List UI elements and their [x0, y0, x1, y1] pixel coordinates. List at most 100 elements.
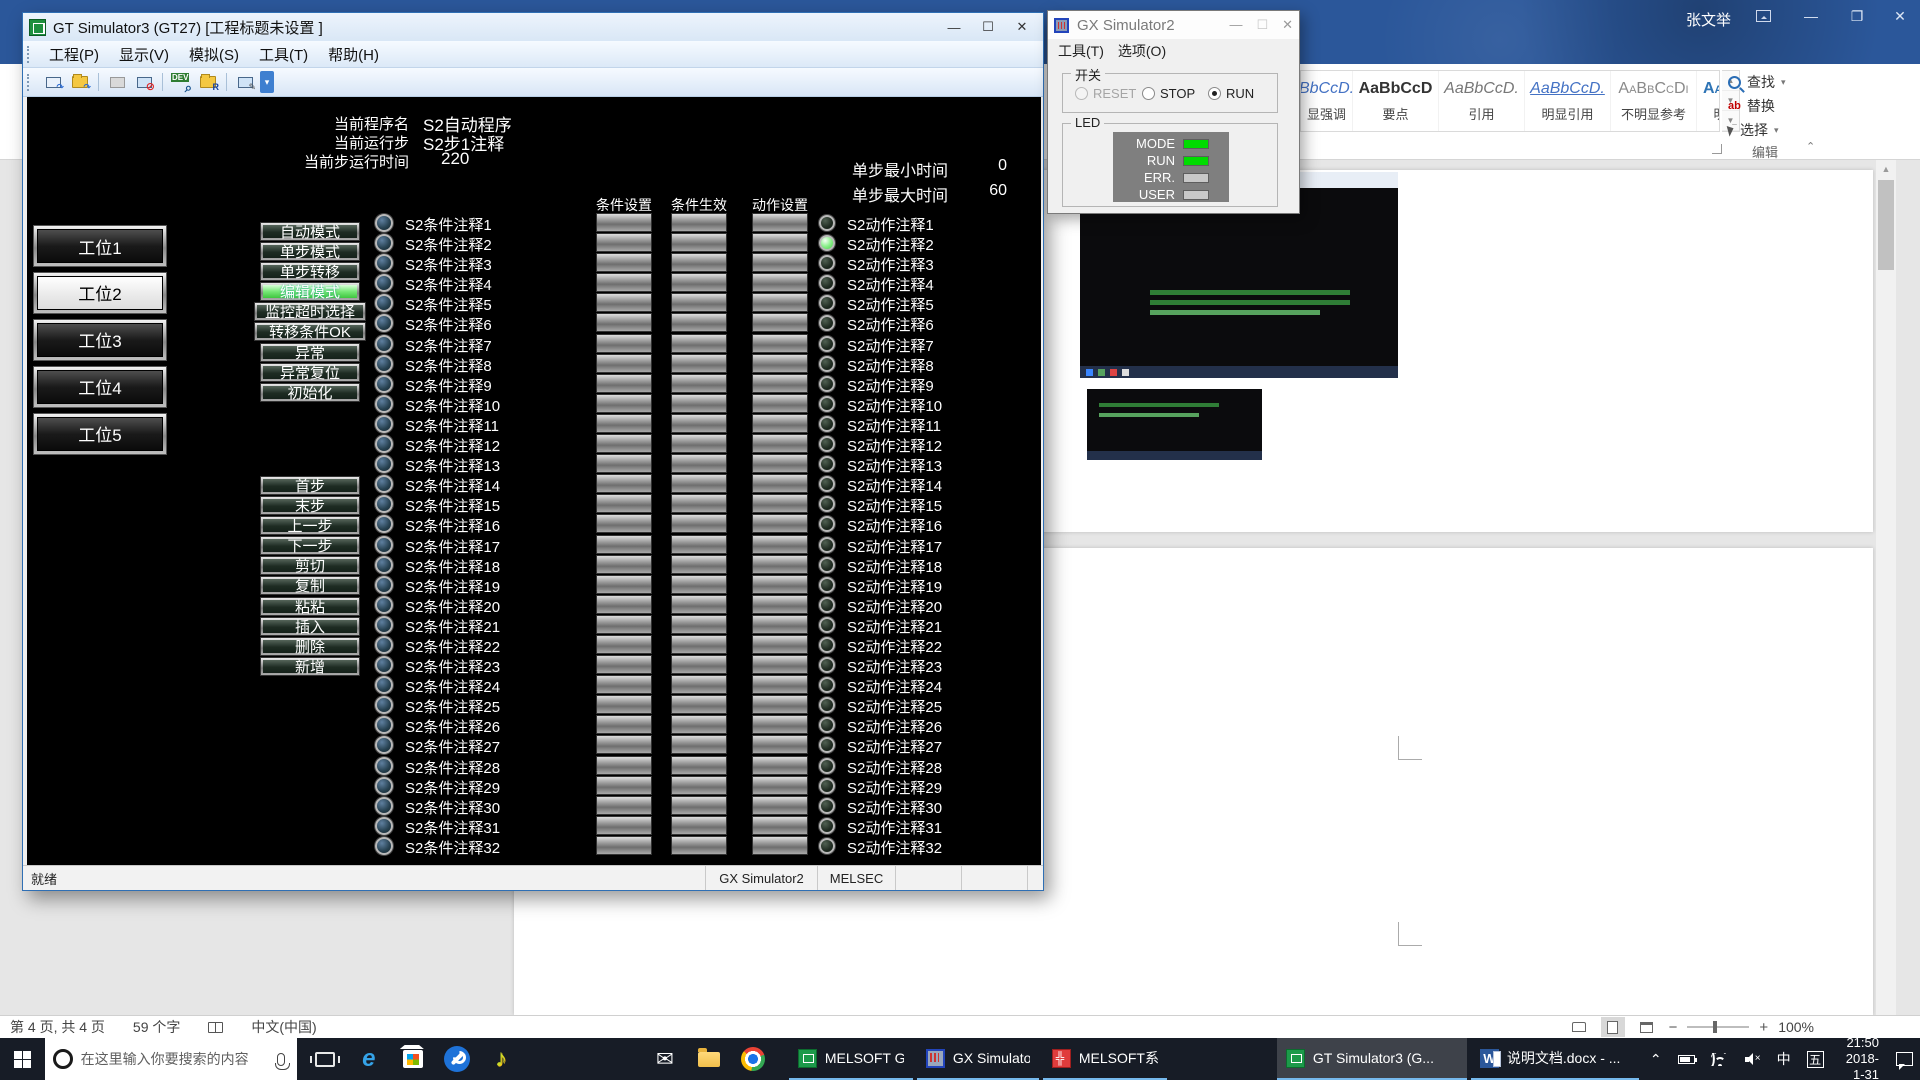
- device-search-icon[interactable]: DEV⌕: [169, 71, 193, 93]
- gt-minimize-button[interactable]: —: [939, 17, 969, 37]
- action-set-bar[interactable]: [753, 596, 807, 613]
- action-set-bar[interactable]: [753, 395, 807, 412]
- action-set-bar[interactable]: [753, 636, 807, 653]
- action-set-bar[interactable]: [753, 314, 807, 331]
- web-layout-button[interactable]: [1635, 1017, 1659, 1037]
- ribbon-display-options-button[interactable]: [1740, 0, 1786, 32]
- battery-icon[interactable]: [1671, 1038, 1702, 1080]
- zoom-level[interactable]: 100%: [1778, 1019, 1814, 1035]
- resize-grip[interactable]: [1027, 866, 1043, 890]
- read-mode-button[interactable]: [1567, 1017, 1591, 1037]
- action-set-bar[interactable]: [753, 576, 807, 593]
- microphone-icon[interactable]: [277, 1053, 285, 1066]
- action-set-bar[interactable]: [753, 475, 807, 492]
- condition-active-bar[interactable]: [672, 415, 726, 432]
- open-project-icon[interactable]: ↷: [41, 71, 65, 93]
- condition-active-bar[interactable]: [672, 294, 726, 311]
- gt-menu-item-V[interactable]: 显示(V): [110, 41, 178, 68]
- condition-set-bar[interactable]: [597, 254, 651, 271]
- gt-titlebar[interactable]: GT Simulator3 (GT27) [工程标题未设置 ] — ☐ ✕: [23, 13, 1043, 41]
- radio-run[interactable]: RUN: [1208, 86, 1254, 101]
- action-set-bar[interactable]: [753, 435, 807, 452]
- condition-active-bar[interactable]: [672, 536, 726, 553]
- condition-set-bar[interactable]: [597, 616, 651, 633]
- condition-active-bar[interactable]: [672, 777, 726, 794]
- word-restore-button[interactable]: ❐: [1834, 0, 1880, 32]
- condition-set-bar[interactable]: [597, 515, 651, 532]
- condition-active-bar[interactable]: [672, 355, 726, 372]
- condition-set-bar[interactable]: [597, 696, 651, 713]
- action-set-bar[interactable]: [753, 375, 807, 392]
- condition-set-bar[interactable]: [597, 736, 651, 753]
- file-explorer-button[interactable]: [687, 1038, 731, 1080]
- condition-set-bar[interactable]: [597, 817, 651, 834]
- gx-titlebar[interactable]: GX Simulator2 — ☐ ✕: [1048, 11, 1299, 39]
- condition-set-bar[interactable]: [597, 335, 651, 352]
- gt-menu-item-S[interactable]: 模拟(S): [180, 41, 248, 68]
- toolbar-grip[interactable]: [27, 74, 32, 91]
- condition-set-bar[interactable]: [597, 355, 651, 372]
- zoom-in-button[interactable]: +: [1759, 1019, 1768, 1036]
- condition-active-bar[interactable]: [672, 375, 726, 392]
- condition-set-bar[interactable]: [597, 435, 651, 452]
- replace-button[interactable]: ab 替换: [1728, 94, 1858, 118]
- action-set-bar[interactable]: [753, 656, 807, 673]
- stop-simulation-icon[interactable]: ⊘: [132, 71, 156, 93]
- radio-stop[interactable]: STOP: [1142, 86, 1195, 101]
- vertical-scrollbar[interactable]: ▲: [1876, 160, 1896, 1015]
- store-button[interactable]: [391, 1038, 435, 1080]
- action-set-bar[interactable]: [753, 335, 807, 352]
- condition-set-bar[interactable]: [597, 636, 651, 653]
- action-set-bar[interactable]: [753, 716, 807, 733]
- action-center-button[interactable]: [1889, 1038, 1920, 1080]
- zoom-slider-thumb[interactable]: [1713, 1021, 1717, 1033]
- toolbar-more-icon[interactable]: ▾: [260, 71, 274, 93]
- action-set-bar[interactable]: [753, 676, 807, 693]
- clock[interactable]: 21:50 2018-1-31: [1833, 1035, 1887, 1080]
- action-set-bar[interactable]: [753, 837, 807, 854]
- condition-active-bar[interactable]: [672, 676, 726, 693]
- open-icon[interactable]: ↷: [68, 71, 92, 93]
- condition-active-bar[interactable]: [672, 696, 726, 713]
- scrollbar-thumb[interactable]: [1878, 180, 1894, 270]
- chrome-button[interactable]: [731, 1038, 775, 1080]
- project-run-icon[interactable]: R: [196, 71, 220, 93]
- word-account-name[interactable]: 张文举: [1686, 9, 1731, 30]
- mail-button[interactable]: ✉: [643, 1038, 687, 1080]
- action-set-bar[interactable]: [753, 214, 807, 231]
- hidden-icons-chevron[interactable]: ⌃: [1643, 1038, 1669, 1080]
- condition-set-bar[interactable]: [597, 314, 651, 331]
- action-set-bar[interactable]: [753, 355, 807, 372]
- start-button[interactable]: [0, 1038, 45, 1080]
- condition-active-bar[interactable]: [672, 797, 726, 814]
- action-set-bar[interactable]: [753, 455, 807, 472]
- page-indicator[interactable]: 第 4 页, 共 4 页: [10, 1017, 105, 1037]
- edge-button[interactable]: e: [347, 1038, 391, 1080]
- condition-active-bar[interactable]: [672, 515, 726, 532]
- condition-active-bar[interactable]: [672, 274, 726, 291]
- task-button-gx-works[interactable]: MELSOFT系列 GX...: [1043, 1038, 1167, 1080]
- condition-active-bar[interactable]: [672, 234, 726, 251]
- scroll-up-icon[interactable]: ▲: [1876, 160, 1896, 177]
- task-button-gt-simulator[interactable]: GT Simulator3 (G...: [1277, 1038, 1467, 1080]
- condition-set-bar[interactable]: [597, 495, 651, 512]
- action-set-bar[interactable]: [753, 234, 807, 251]
- condition-active-bar[interactable]: [672, 817, 726, 834]
- gt-menu-item-P[interactable]: 工程(P): [40, 41, 108, 68]
- gt-maximize-button[interactable]: ☐: [973, 17, 1003, 37]
- dialog-launcher-icon[interactable]: [1712, 144, 1722, 154]
- style-gallery-item[interactable]: AaBbCcD要点: [1353, 71, 1439, 131]
- condition-set-bar[interactable]: [597, 214, 651, 231]
- action-set-bar[interactable]: [753, 515, 807, 532]
- monitor-disabled-icon[interactable]: [105, 71, 129, 93]
- condition-active-bar[interactable]: [672, 596, 726, 613]
- condition-set-bar[interactable]: [597, 676, 651, 693]
- word-count[interactable]: 59 个字: [133, 1017, 180, 1037]
- gt-menu-item-T[interactable]: 工具(T): [250, 41, 317, 68]
- ribbon-collapse-icon[interactable]: ⌃: [1806, 140, 1815, 153]
- condition-active-bar[interactable]: [672, 314, 726, 331]
- condition-set-bar[interactable]: [597, 837, 651, 854]
- condition-set-bar[interactable]: [597, 716, 651, 733]
- condition-active-bar[interactable]: [672, 475, 726, 492]
- music-button[interactable]: ♪: [479, 1038, 523, 1080]
